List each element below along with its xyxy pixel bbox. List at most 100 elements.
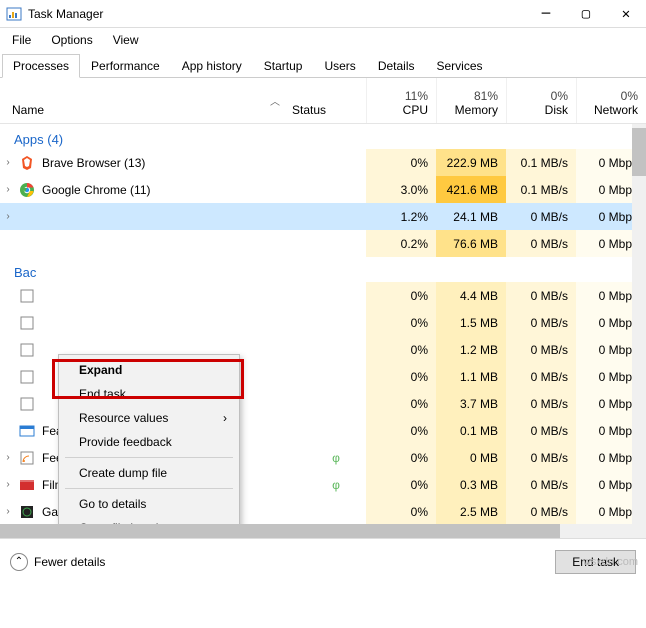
process-row-chrome[interactable]: › Google Chrome (11) 3.0% 421.6 MB 0.1 M… — [0, 176, 646, 203]
expand-icon[interactable]: › — [0, 211, 16, 222]
process-row[interactable]: 0% 4.4 MB 0 MB/s 0 Mbps — [0, 282, 646, 309]
cpu-cell: 0% — [366, 363, 436, 390]
disk-pct: 0% — [551, 89, 568, 103]
menu-resource-label: Resource values — [79, 411, 168, 425]
disk-cell: 0 MB/s — [506, 363, 576, 390]
tab-users[interactable]: Users — [313, 54, 366, 77]
menu-openloc-label: Open file location — [79, 521, 172, 524]
disk-cell: 0 MB/s — [506, 230, 576, 257]
disk-cell: 0 MB/s — [506, 282, 576, 309]
col-cpu[interactable]: 11% CPU — [366, 78, 436, 123]
process-name: Brave Browser (13) — [42, 156, 366, 170]
minimize-button[interactable]: ─ — [526, 0, 566, 27]
chevron-up-icon[interactable]: ⌃ — [10, 553, 28, 571]
process-row-selected[interactable]: › 1.2% 24.1 MB 0 MB/s 0 Mbps — [0, 203, 646, 230]
tab-performance[interactable]: Performance — [80, 54, 171, 77]
tab-services[interactable]: Services — [426, 54, 494, 77]
disk-cell: 0 MB/s — [506, 309, 576, 336]
app-icon — [18, 235, 36, 253]
process-row[interactable]: 0.2% 76.6 MB 0 MB/s 0 Mbps — [0, 230, 646, 257]
films-icon — [18, 476, 36, 494]
menu-separator — [65, 488, 233, 489]
expand-icon[interactable]: › — [0, 506, 16, 517]
tab-startup[interactable]: Startup — [253, 54, 314, 77]
mem-cell: 24.1 MB — [436, 203, 506, 230]
group-apps: Apps (4) — [0, 124, 646, 149]
vertical-scrollbar[interactable] — [632, 124, 646, 524]
net-label: Network — [594, 103, 638, 117]
expand-icon[interactable]: › — [0, 479, 16, 490]
group-bg-label[interactable]: Bac — [14, 265, 36, 280]
group-apps-label[interactable]: Apps (4) — [14, 132, 63, 147]
cpu-cell: 1.2% — [366, 203, 436, 230]
generic-app-icon — [18, 368, 36, 386]
process-list[interactable]: Apps (4) › Brave Browser (13) 0% 222.9 M… — [0, 124, 646, 524]
scrollbar-thumb[interactable] — [0, 524, 560, 538]
menu-end-task-label: End task — [79, 387, 126, 401]
close-button[interactable]: ✕ — [606, 0, 646, 27]
cpu-cell: 0% — [366, 309, 436, 336]
generic-app-icon — [18, 341, 36, 359]
mem-cell: 2.5 MB — [436, 498, 506, 524]
mem-cell: 4.4 MB — [436, 282, 506, 309]
menu-separator — [65, 457, 233, 458]
app-icon — [6, 6, 22, 22]
menu-provide-feedback[interactable]: Provide feedback — [61, 430, 237, 454]
menu-expand-label: Expand — [79, 363, 122, 377]
feature-icon — [18, 422, 36, 440]
maximize-button[interactable]: ▢ — [566, 0, 606, 27]
cpu-cell: 0% — [366, 336, 436, 363]
disk-cell: 0 MB/s — [506, 471, 576, 498]
process-name: Google Chrome (11) — [42, 183, 366, 197]
disk-cell: 0 MB/s — [506, 203, 576, 230]
col-status[interactable]: Status — [288, 78, 366, 123]
column-headers: Name ︿ Status 11% CPU 81% Memory 0% Disk… — [0, 78, 646, 124]
tab-details[interactable]: Details — [367, 54, 426, 77]
menubar: File Options View — [0, 28, 646, 52]
process-row-brave[interactable]: › Brave Browser (13) 0% 222.9 MB 0.1 MB/… — [0, 149, 646, 176]
col-name[interactable]: Name — [0, 78, 262, 123]
expand-icon[interactable]: › — [0, 184, 16, 195]
menu-create-dump[interactable]: Create dump file — [61, 461, 237, 485]
tabbar: Processes Performance App history Startu… — [0, 52, 646, 78]
cpu-cell: 0% — [366, 149, 436, 176]
col-network[interactable]: 0% Network — [576, 78, 646, 123]
expand-icon[interactable]: › — [0, 452, 16, 463]
mem-pct: 81% — [474, 89, 498, 103]
mem-cell: 222.9 MB — [436, 149, 506, 176]
disk-cell: 0 MB/s — [506, 444, 576, 471]
menu-options[interactable]: Options — [43, 31, 100, 49]
sort-indicator: ︿ — [262, 78, 288, 123]
gaming-icon — [18, 503, 36, 521]
menu-view[interactable]: View — [105, 31, 147, 49]
menu-end-task[interactable]: End task — [61, 382, 237, 406]
menu-file[interactable]: File — [4, 31, 39, 49]
window-title: Task Manager — [28, 7, 526, 21]
col-disk[interactable]: 0% Disk — [506, 78, 576, 123]
scrollbar-thumb[interactable] — [632, 128, 646, 176]
expand-icon[interactable]: › — [0, 157, 16, 168]
fewer-details-link[interactable]: Fewer details — [34, 555, 105, 569]
feeds-icon — [18, 449, 36, 467]
horizontal-scrollbar[interactable] — [0, 524, 646, 538]
process-row[interactable]: 0% 1.5 MB 0 MB/s 0 Mbps — [0, 309, 646, 336]
generic-app-icon — [18, 395, 36, 413]
mem-cell: 0 MB — [436, 444, 506, 471]
mem-cell: 3.7 MB — [436, 390, 506, 417]
menu-go-to-details[interactable]: Go to details — [61, 492, 237, 516]
menu-open-file-location[interactable]: Open file location — [61, 516, 237, 524]
mem-cell: 421.6 MB — [436, 176, 506, 203]
col-memory[interactable]: 81% Memory — [436, 78, 506, 123]
net-pct: 0% — [621, 89, 638, 103]
mem-cell: 76.6 MB — [436, 230, 506, 257]
menu-feedback-label: Provide feedback — [79, 435, 172, 449]
tab-app-history[interactable]: App history — [171, 54, 253, 77]
disk-cell: 0.1 MB/s — [506, 176, 576, 203]
tab-processes[interactable]: Processes — [2, 54, 80, 78]
menu-resource-values[interactable]: Resource values› — [61, 406, 237, 430]
cpu-cell: 0% — [366, 390, 436, 417]
chrome-icon — [18, 181, 36, 199]
menu-expand[interactable]: Expand — [61, 358, 237, 382]
footer: ⌃ Fewer details End task — [0, 538, 646, 584]
disk-cell: 0 MB/s — [506, 336, 576, 363]
